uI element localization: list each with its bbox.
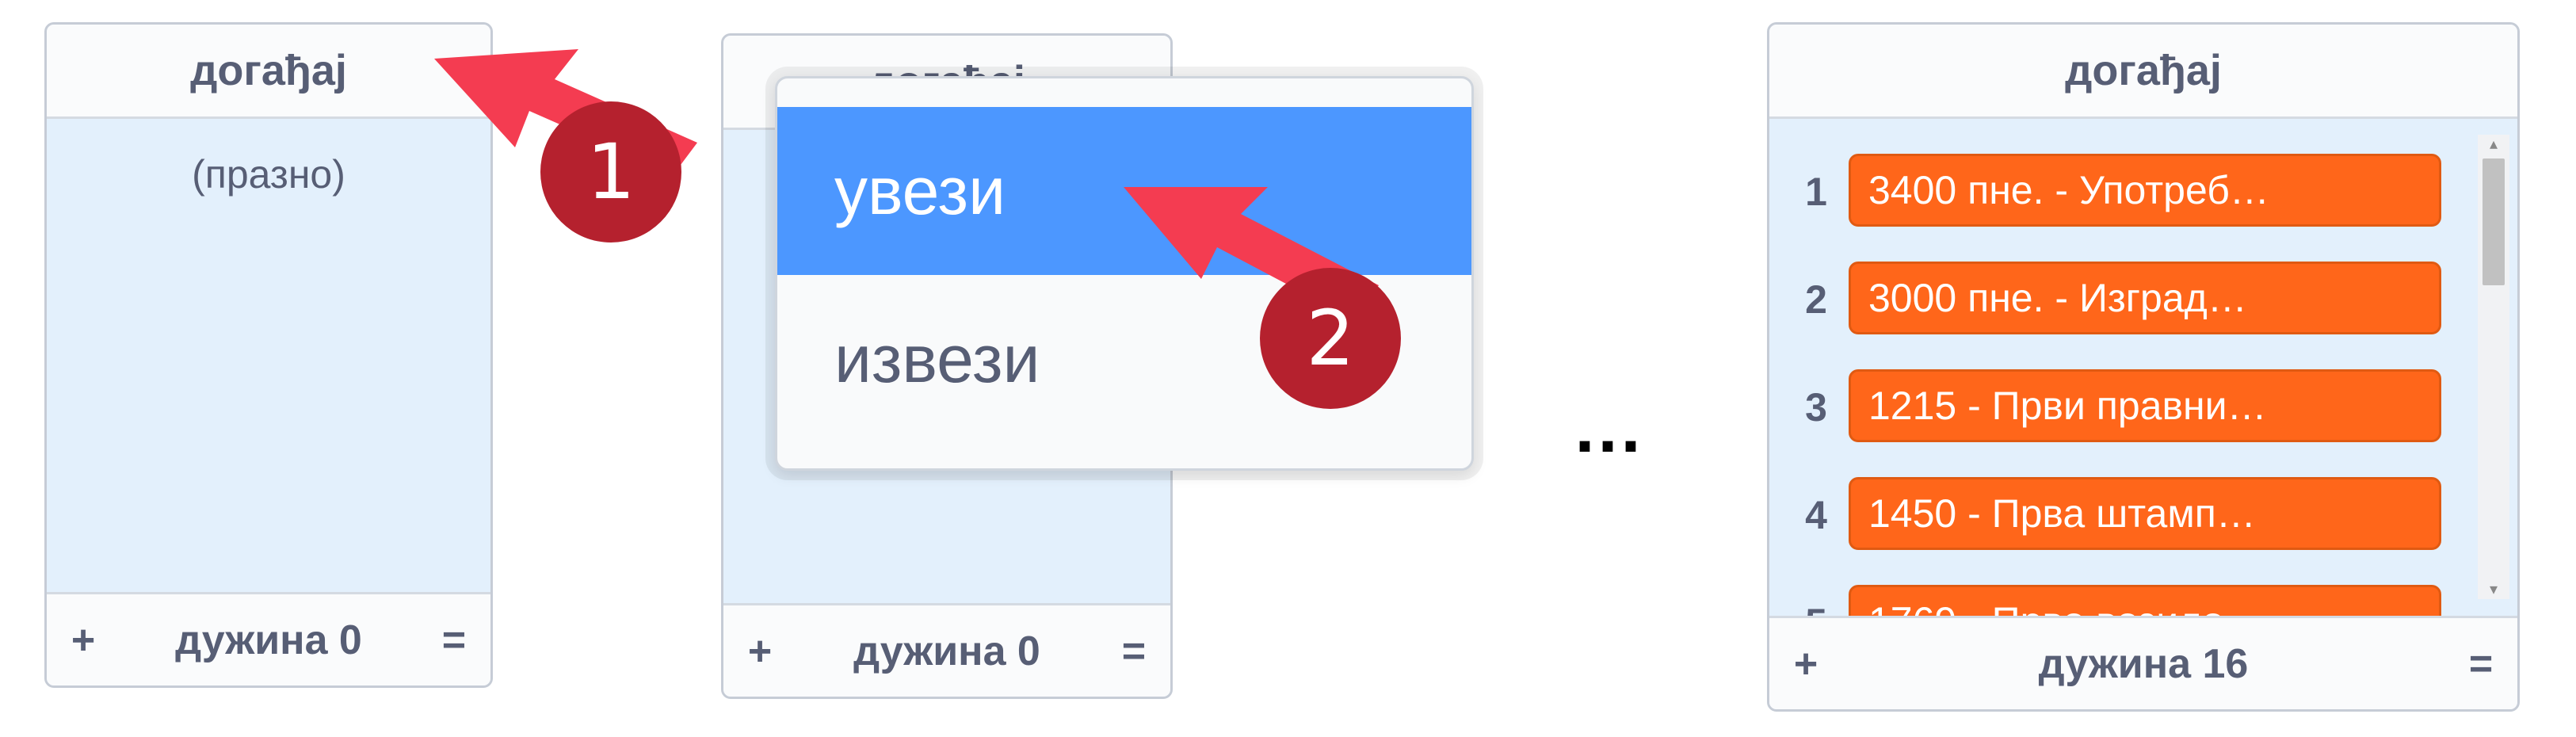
- step-2-badge: 2: [1260, 268, 1401, 409]
- step-1-badge: 1: [540, 101, 681, 242]
